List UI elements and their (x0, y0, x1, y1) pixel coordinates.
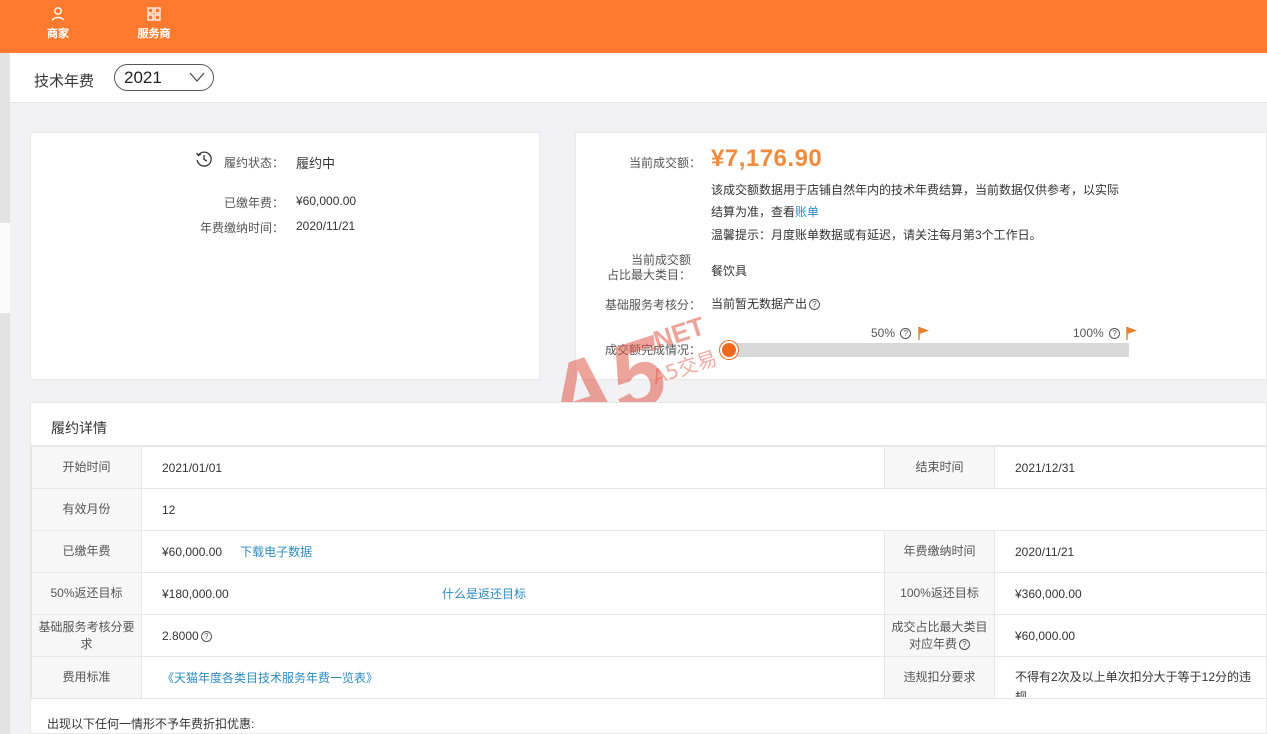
table-row: 50%返还目标 ¥180,000.00 什么是返还目标 100%返还目标 ¥360… (31, 572, 1267, 615)
return-target-50-value: ¥180,000.00 什么是返还目标 (141, 572, 885, 615)
pay-time-value: 2020/11/21 (296, 219, 356, 233)
top-category-label: 当前成交额 占比最大类目： (606, 253, 691, 282)
paid-fee-label: 已缴年费： (223, 196, 284, 210)
progress-50-label: 50% ? (871, 326, 912, 340)
contract-status-card: 履约状态： 履约中 已缴年费： ¥60,000.00 年费缴纳时间： 2020/… (30, 132, 540, 380)
discount-exclusion-note: 出现以下任何一情形不予年费折扣优惠: (47, 717, 255, 731)
year-bar: 技术年费 2021 (10, 53, 1267, 103)
top-category-fee-label: 成交占比最大类目对应年费? (884, 614, 995, 657)
status-value: 履约中 (296, 156, 336, 171)
detail-table: 开始时间 2021/01/01 结束时间 2021/12/31 有效月份 12 … (31, 446, 1267, 699)
violation-req-value: 不得有2次及以上单次扣分大于等于12分的违规 (994, 656, 1267, 699)
fee-standard-value: 《天猫年度各类目技术服务年费一览表》 (141, 656, 885, 699)
help-icon[interactable]: ? (809, 299, 821, 311)
left-sidebar-edge (0, 53, 10, 734)
return-target-50-label: 50%返还目标 (31, 572, 142, 615)
current-amount-label: 当前成交额： (628, 156, 701, 170)
help-icon[interactable]: ? (1109, 328, 1121, 340)
paid-fee-row-label: 已缴年费 (31, 530, 142, 573)
help-icon[interactable]: ? (900, 328, 912, 340)
table-row: 费用标准 《天猫年度各类目技术服务年费一览表》 违规扣分要求 不得有2次及以上单… (31, 656, 1267, 699)
turnover-card: 当前成交额： ¥7,176.90 该成交额数据用于店铺自然年内的技术年费结算，当… (575, 132, 1267, 380)
grid-icon (147, 7, 161, 21)
fee-pay-time-label: 年费缴纳时间 (884, 530, 995, 573)
pay-time-label: 年费缴纳时间： (199, 221, 284, 235)
end-time-value: 2021/12/31 (994, 446, 1267, 489)
fee-standard-label: 费用标准 (31, 656, 142, 699)
help-icon[interactable]: ? (200, 630, 212, 642)
progress-100-label: 100% ? (1073, 326, 1121, 340)
table-row: 有效月份 12 (31, 488, 1267, 531)
fee-standard-link[interactable]: 《天猫年度各类目技术服务年费一览表》 (162, 671, 378, 685)
service-score-req-value: 2.8000? (141, 614, 885, 657)
flag-icon (918, 327, 929, 340)
nav-merchant[interactable]: 商家 (28, 6, 88, 41)
chevron-down-icon (189, 72, 205, 82)
end-time-label: 结束时间 (884, 446, 995, 489)
top-nav-bar: 商家 服务商 (0, 0, 1267, 53)
table-row: 已缴年费 ¥60,000.00 下载电子数据 年费缴纳时间 2020/11/21 (31, 530, 1267, 573)
paid-fee-value: ¥60,000.00 (296, 194, 357, 208)
top-category-value: 餐饮具 (711, 264, 748, 278)
nav-merchant-label: 商家 (47, 28, 69, 40)
start-time-value: 2021/01/01 (141, 446, 885, 489)
service-score-label: 基础服务考核分： (604, 298, 701, 312)
fee-pay-time-value: 2020/11/21 (994, 530, 1267, 573)
settlement-note-line1: 该成交额数据用于店铺自然年内的技术年费结算，当前数据仅供参考，以实际 (711, 183, 1120, 197)
table-row: 基础服务考核分要求 2.8000? 成交占比最大类目对应年费? ¥60,000.… (31, 614, 1267, 657)
detail-title: 履约详情 (51, 420, 107, 436)
year-select[interactable]: 2021 (114, 64, 214, 91)
progress-label: 成交额完成情况： (604, 343, 701, 357)
valid-months-value: 12 (141, 488, 1267, 531)
year-select-value: 2021 (124, 68, 162, 87)
valid-months-label: 有效月份 (31, 488, 142, 531)
nav-service-provider[interactable]: 服务商 (124, 6, 184, 41)
return-target-100-label: 100%返还目标 (884, 572, 995, 615)
return-target-100-value: ¥360,000.00 (994, 572, 1267, 615)
reminder-text: 温馨提示：月度账单数据或有延迟，请关注每月第3个工作日。 (711, 228, 1042, 242)
service-score-req-label: 基础服务考核分要求 (31, 614, 142, 657)
status-label: 履约状态： (223, 156, 284, 170)
top-category-fee-value: ¥60,000.00 (994, 614, 1267, 657)
help-icon[interactable]: ? (959, 638, 970, 650)
nav-provider-label: 服务商 (137, 28, 171, 40)
bill-link[interactable]: 账单 (795, 205, 819, 219)
page-title: 技术年费 (34, 73, 95, 90)
service-score-value: 当前暂无数据产出? (711, 295, 821, 312)
table-row: 开始时间 2021/01/01 结束时间 2021/12/31 (31, 446, 1267, 489)
what-is-return-target-link[interactable]: 什么是返还目标 (442, 587, 526, 601)
settlement-note-line2: 结算为准，查看账单 (711, 205, 820, 219)
current-amount-value: ¥7,176.90 (711, 145, 823, 172)
settlement-note: 该成交额数据用于店铺自然年内的技术年费结算，当前数据仅供参考，以实际 结算为准，… (711, 179, 1119, 223)
contract-detail-panel: 履约详情 开始时间 2021/01/01 结束时间 2021/12/31 有效月… (30, 402, 1267, 734)
download-data-link[interactable]: 下载电子数据 (240, 545, 312, 559)
progress-track (721, 343, 1129, 357)
paid-fee-row-value: ¥60,000.00 下载电子数据 (141, 530, 885, 573)
start-time-label: 开始时间 (31, 446, 142, 489)
user-icon (51, 7, 65, 21)
flag-icon (1126, 327, 1137, 340)
violation-req-label: 违规扣分要求 (884, 656, 995, 699)
